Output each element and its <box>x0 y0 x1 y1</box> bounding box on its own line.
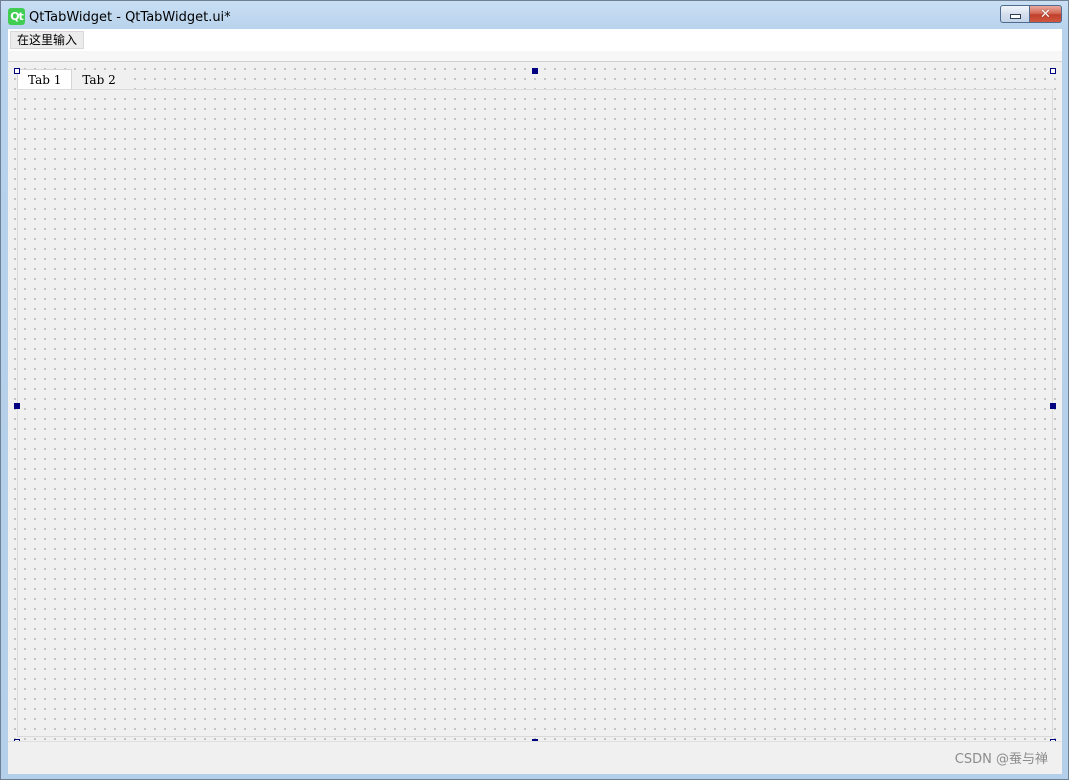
close-icon: ✕ <box>1040 6 1051 22</box>
tab-bar: Tab 1 Tab 2 <box>17 69 126 90</box>
watermark-text: CSDN @蚕与禅 <box>954 752 1048 767</box>
designer-form-window: Qt QtTabWidget - QtTabWidget.ui* ✕ 在这里输入… <box>0 0 1069 780</box>
tab-2[interactable]: Tab 2 <box>72 70 126 90</box>
menu-bar: 在这里输入 <box>8 29 1062 51</box>
tab-1[interactable]: Tab 1 <box>17 69 73 89</box>
resize-handle-top-left[interactable] <box>14 68 20 74</box>
resize-handle-right[interactable] <box>1050 403 1056 409</box>
toolbar-strip <box>8 51 1062 62</box>
menu-type-here-placeholder[interactable]: 在这里输入 <box>10 31 85 49</box>
central-widget-grid[interactable]: Tab 1 Tab 2 <box>8 62 1062 745</box>
resize-handle-left[interactable] <box>14 403 20 409</box>
minimize-icon <box>1009 13 1021 19</box>
window-controls: ✕ <box>1000 5 1062 23</box>
form-client-area: 在这里输入 Tab 1 Tab 2 CSDN @蚕与禅 <box>8 29 1062 774</box>
close-button[interactable]: ✕ <box>1030 5 1062 23</box>
status-bar: CSDN @蚕与禅 <box>8 741 1062 774</box>
minimize-button[interactable] <box>1000 5 1030 23</box>
window-title: QtTabWidget - QtTabWidget.ui* <box>29 10 231 25</box>
tab-widget-pane[interactable] <box>17 89 1053 737</box>
title-bar[interactable]: Qt QtTabWidget - QtTabWidget.ui* ✕ <box>1 1 1068 29</box>
qt-logo-icon: Qt <box>8 8 25 25</box>
resize-handle-top[interactable] <box>532 68 538 74</box>
resize-handle-top-right[interactable] <box>1050 68 1056 74</box>
